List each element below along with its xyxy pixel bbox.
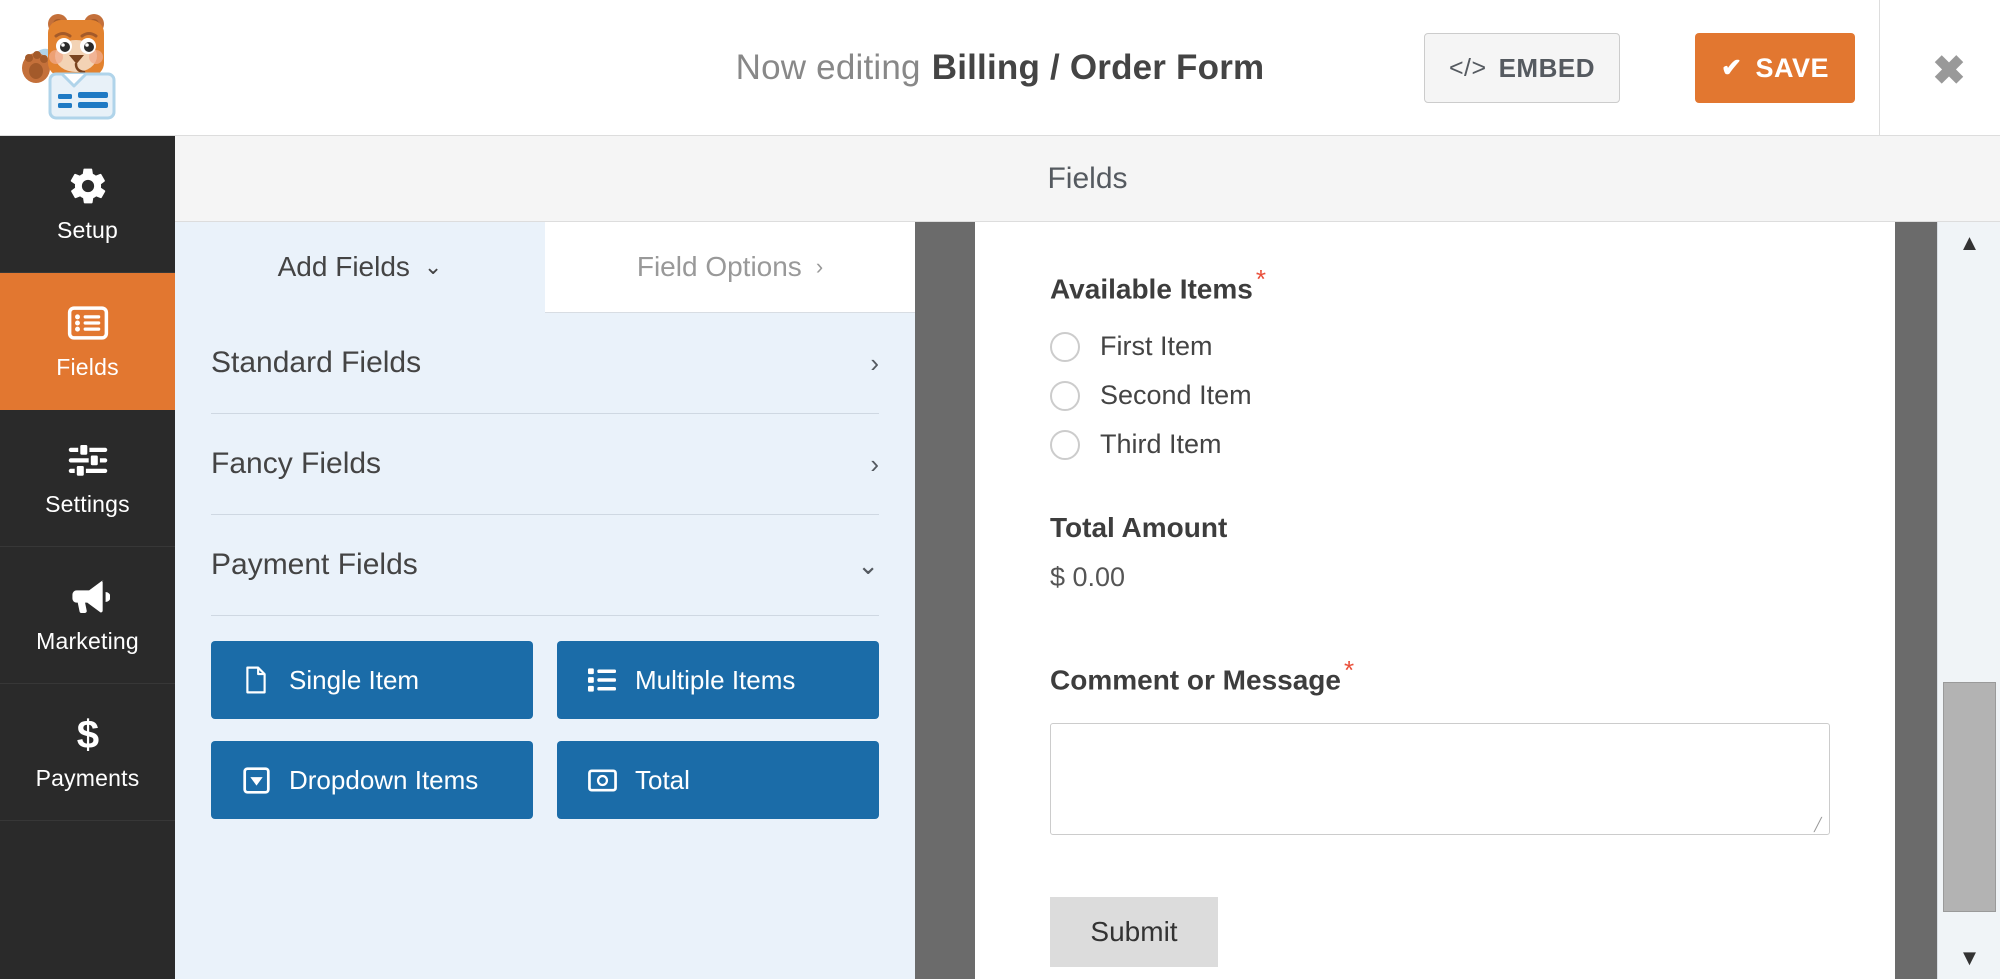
scrollbar-thumb[interactable] — [1943, 682, 1996, 912]
accordion-label: Payment Fields — [211, 548, 418, 581]
radio-option-third-item[interactable]: Third Item — [1050, 429, 1895, 460]
panel-title: Fields — [1047, 161, 1128, 195]
dropdown-caret-icon — [241, 766, 271, 794]
list-icon — [67, 301, 109, 345]
chevron-right-icon: › — [870, 448, 879, 479]
add-field-label: Total — [635, 764, 690, 795]
field-label: Comment or Message * — [1050, 655, 1895, 696]
sidebar-item-fields[interactable]: Fields — [0, 273, 175, 410]
radio-option-first-item[interactable]: First Item — [1050, 331, 1895, 362]
comment-label: Comment or Message — [1050, 664, 1341, 696]
accordion-fancy-fields[interactable]: Fancy Fields › — [211, 414, 879, 515]
radio-option-label: Second Item — [1100, 380, 1252, 411]
tab-add-fields[interactable]: Add Fields ⌄ — [175, 222, 545, 313]
sliders-icon — [67, 438, 109, 482]
comment-textarea[interactable]: ╱ — [1050, 722, 1830, 835]
add-field-total[interactable]: Total — [557, 741, 879, 819]
required-indicator: * — [1255, 264, 1266, 294]
tab-add-fields-label: Add Fields — [277, 251, 410, 282]
sidebar-item-label: Marketing — [36, 628, 139, 654]
field-group-accordion: Standard Fields › Fancy Fields › Payment… — [175, 313, 915, 616]
payment-field-buttons: Single Item Multiple Items Dropdown Item… — [175, 616, 915, 819]
accordion-label: Fancy Fields — [211, 447, 382, 480]
sidebar-item-label: Settings — [45, 491, 130, 517]
dollar-icon: $ — [67, 712, 109, 756]
form-name: Billing / Order Form — [931, 48, 1265, 87]
money-bill-icon — [587, 768, 617, 792]
radio-button[interactable] — [1050, 429, 1080, 460]
add-field-dropdown-items[interactable]: Dropdown Items — [211, 741, 533, 819]
panel-gutter-right — [1895, 222, 1937, 979]
submit-button[interactable]: Submit — [1050, 896, 1218, 967]
scroll-down-arrow-icon[interactable]: ▼ — [1938, 937, 2000, 979]
embed-button-label: EMBED — [1498, 52, 1595, 83]
total-amount-label: Total Amount — [1050, 512, 1228, 544]
builder-tabs: Add Fields ⌄ Field Options › — [175, 222, 915, 313]
gear-icon — [67, 164, 109, 208]
radio-option-second-item[interactable]: Second Item — [1050, 380, 1895, 411]
code-icon: </> — [1448, 53, 1487, 82]
available-items-label: Available Items — [1050, 273, 1253, 305]
accordion-standard-fields[interactable]: Standard Fields › — [211, 313, 879, 414]
chevron-down-icon: ⌄ — [423, 254, 443, 279]
radio-button[interactable] — [1050, 331, 1080, 362]
chevron-right-icon: › — [815, 254, 824, 279]
app-header: Now editing Billing / Order Form </> EMB… — [0, 0, 2000, 136]
radio-button[interactable] — [1050, 380, 1080, 411]
header-divider — [1879, 0, 1880, 135]
add-field-label: Dropdown Items — [289, 764, 479, 795]
add-field-label: Multiple Items — [635, 664, 796, 695]
radio-option-label: First Item — [1100, 331, 1213, 362]
sidebar-item-label: Payments — [35, 765, 140, 791]
add-field-single-item[interactable]: Single Item — [211, 641, 533, 719]
check-icon: ✔ — [1721, 54, 1743, 82]
megaphone-icon — [66, 575, 110, 619]
field-available-items[interactable]: Available Items * First Item Second Item … — [1050, 264, 1895, 460]
preview-scrollbar[interactable]: ▲ ▼ — [1937, 222, 2000, 979]
total-amount-value: $ 0.00 — [1050, 562, 1126, 593]
embed-button[interactable]: </> EMBED — [1423, 33, 1620, 103]
file-icon — [241, 666, 271, 694]
form-preview: Available Items * First Item Second Item … — [975, 222, 1895, 979]
list-bullet-icon — [587, 667, 617, 693]
field-comment-or-message[interactable]: Comment or Message * ╱ — [1050, 655, 1895, 835]
save-button[interactable]: ✔ SAVE — [1695, 33, 1855, 103]
panel-gutter-left — [915, 222, 975, 979]
main-sidebar: Setup Fields Settings Marketing $ Paymen… — [0, 136, 175, 979]
chevron-right-icon: › — [870, 347, 879, 378]
radio-option-label: Third Item — [1100, 429, 1222, 460]
form-builder-panel: Add Fields ⌄ Field Options › Standard Fi… — [175, 222, 915, 979]
close-icon[interactable]: ✖ — [1926, 48, 1972, 94]
save-button-label: SAVE — [1755, 52, 1829, 83]
resize-handle-icon[interactable]: ╱ — [1814, 818, 1826, 831]
add-field-multiple-items[interactable]: Multiple Items — [557, 641, 879, 719]
editing-prefix: Now editing — [735, 48, 921, 87]
panel-header: Fields — [175, 136, 2000, 222]
chevron-down-icon: ⌄ — [857, 549, 879, 580]
required-indicator: * — [1343, 655, 1355, 686]
sidebar-item-settings[interactable]: Settings — [0, 410, 175, 547]
accordion-label: Standard Fields — [211, 346, 422, 379]
accordion-payment-fields[interactable]: Payment Fields ⌄ — [211, 515, 879, 616]
add-field-label: Single Item — [289, 664, 420, 695]
scroll-up-arrow-icon[interactable]: ▲ — [1938, 222, 2000, 264]
tab-field-options-label: Field Options — [636, 251, 802, 282]
field-total-amount[interactable]: Total Amount $ 0.00 — [1050, 512, 1895, 593]
svg-text:$: $ — [76, 713, 98, 755]
field-label: Available Items * — [1050, 264, 1895, 305]
sidebar-item-label: Setup — [56, 217, 119, 243]
sidebar-item-marketing[interactable]: Marketing — [0, 547, 175, 684]
sidebar-item-setup[interactable]: Setup — [0, 136, 175, 273]
sidebar-item-payments[interactable]: $ Payments — [0, 684, 175, 821]
tab-field-options[interactable]: Field Options › — [545, 222, 915, 313]
sidebar-item-label: Fields — [56, 354, 119, 380]
